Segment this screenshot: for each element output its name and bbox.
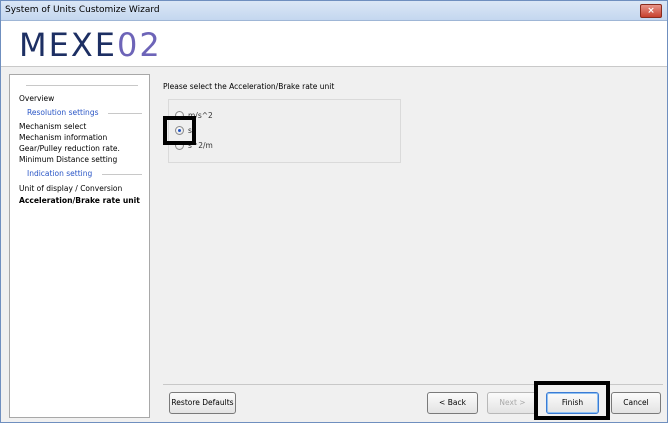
- close-icon: ×: [647, 6, 655, 16]
- finish-highlight-box: [534, 381, 610, 420]
- wizard-steps-sidebar: Overview Resolution settings Mechanism s…: [9, 74, 150, 418]
- close-button[interactable]: ×: [640, 4, 662, 18]
- sidebar-item-gear-pulley[interactable]: Gear/Pulley reduction rate.: [19, 144, 120, 153]
- sidebar-group-rule: [102, 174, 142, 175]
- sidebar-group-indication: Indication setting: [27, 169, 93, 178]
- page-prompt: Please select the Acceleration/Brake rat…: [163, 82, 335, 91]
- back-button[interactable]: < Back: [427, 392, 478, 414]
- sidebar-item-minimum-distance[interactable]: Minimum Distance setting: [19, 155, 117, 164]
- sidebar-divider: [26, 85, 138, 86]
- sidebar-item-overview[interactable]: Overview: [19, 94, 54, 103]
- logo-main: MEXE: [19, 26, 117, 64]
- window-title: System of Units Customize Wizard: [5, 5, 160, 15]
- app-logo: MEXE02: [19, 26, 162, 64]
- cancel-button[interactable]: Cancel: [611, 392, 661, 414]
- sidebar-item-mechanism-information[interactable]: Mechanism information: [19, 133, 107, 142]
- next-button[interactable]: Next >: [487, 392, 538, 414]
- sidebar-item-mechanism-select[interactable]: Mechanism select: [19, 122, 86, 131]
- title-bar[interactable]: System of Units Customize Wizard ×: [1, 1, 667, 21]
- wizard-window: System of Units Customize Wizard × MEXE0…: [0, 0, 668, 423]
- sidebar-item-acceleration-unit[interactable]: Acceleration/Brake rate unit: [19, 196, 140, 205]
- sidebar-item-unit-display[interactable]: Unit of display / Conversion: [19, 184, 122, 193]
- logo-suffix: 02: [116, 26, 162, 64]
- sidebar-group-rule: [108, 113, 142, 114]
- selection-highlight-box: [163, 116, 196, 145]
- restore-defaults-button[interactable]: Restore Defaults: [169, 392, 236, 414]
- sidebar-group-resolution: Resolution settings: [27, 108, 99, 117]
- logo-banner: MEXE02: [1, 21, 667, 67]
- unit-radio-group: m/s^2 s s^2/m: [168, 99, 401, 163]
